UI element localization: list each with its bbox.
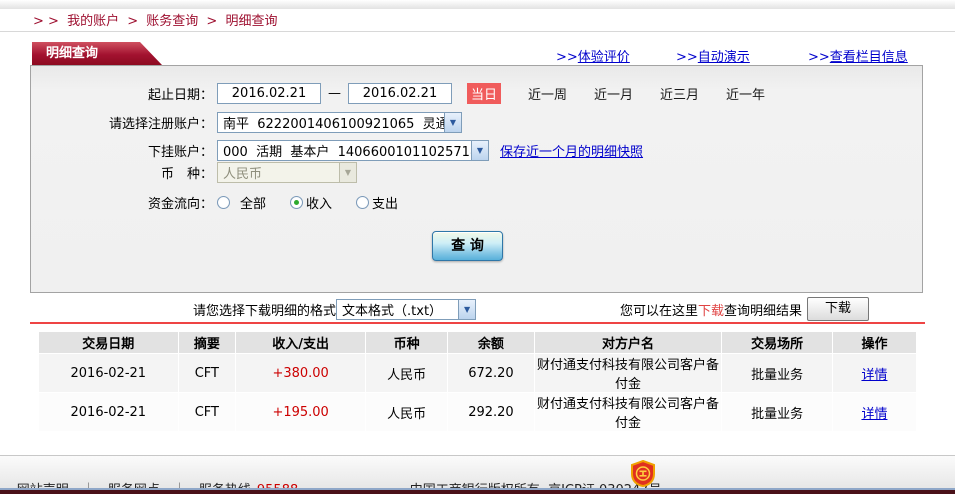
query-button[interactable]: 查 询 bbox=[432, 231, 503, 261]
breadcrumb-item-my-account[interactable]: 我的账户 bbox=[67, 14, 119, 29]
page: > > 我的账户 > 账务查询 > 明细查询 明细查询 >>体验评价 >>自动演… bbox=[0, 0, 955, 494]
col-header-date: 交易日期 bbox=[39, 332, 178, 353]
flow-option-expense[interactable]: 支出 bbox=[372, 193, 398, 212]
chevron-down-icon: ▼ bbox=[444, 113, 461, 132]
today-button[interactable]: 当日 bbox=[467, 83, 501, 104]
download-hint-before: 您可以在这里 bbox=[620, 300, 698, 319]
detail-link[interactable]: 详情 bbox=[861, 407, 887, 422]
breadcrumb-separator: > bbox=[127, 14, 138, 29]
col-header-currency: 币种 bbox=[366, 332, 447, 353]
cell-balance: 292.20 bbox=[448, 393, 533, 431]
cell-counterparty: 财付通支付科技有限公司客户备付金 bbox=[535, 354, 722, 392]
col-header-summary: 摘要 bbox=[179, 332, 236, 353]
cell-venue: 批量业务 bbox=[722, 354, 832, 392]
tab-detail-query: 明细查询 bbox=[32, 42, 162, 65]
flow-option-all[interactable]: 全部 bbox=[240, 193, 266, 212]
registered-account-select[interactable]: 南平 6222001406100921065 灵通卡 ▼ bbox=[217, 112, 462, 133]
sub-account-value: 000 活期 基本户 1406600101102571848 bbox=[218, 141, 471, 160]
col-header-venue: 交易场所 bbox=[722, 332, 832, 353]
col-header-counterparty: 对方户名 bbox=[535, 332, 722, 353]
chevron-down-icon: ▼ bbox=[339, 163, 356, 182]
detail-link[interactable]: 详情 bbox=[861, 368, 887, 383]
link-column-info[interactable]: >>查看栏目信息 bbox=[808, 46, 908, 65]
download-format-label: 请您选择下载明细的格式 bbox=[193, 300, 336, 319]
cell-venue: 批量业务 bbox=[722, 393, 832, 431]
cell-date: 2016-02-21 bbox=[39, 393, 178, 431]
link-auto-demo[interactable]: >>自动演示 bbox=[676, 46, 750, 65]
date-range-label: 起止日期： bbox=[31, 84, 213, 103]
link-prefix: >> bbox=[556, 50, 578, 65]
date-dash: — bbox=[328, 86, 341, 101]
range-year-button[interactable]: 近一年 bbox=[726, 84, 765, 103]
query-form-panel: 起止日期： — 当日 近一周 近一月 近三月 近一年 请选择注册账户： 南平 6… bbox=[30, 65, 923, 293]
date-to-input[interactable] bbox=[348, 83, 452, 104]
sub-account-select[interactable]: 000 活期 基本户 1406600101102571848 ▼ bbox=[217, 140, 489, 161]
table-row: 2016-02-21 CFT +380.00 人民币 672.20 财付通支付科… bbox=[39, 354, 916, 392]
range-quarter-button[interactable]: 近三月 bbox=[660, 84, 699, 103]
icbc-badge-icon bbox=[630, 460, 656, 487]
save-snapshot-link[interactable]: 保存近一个月的明细快照 bbox=[500, 141, 643, 160]
download-format-select[interactable]: 文本格式（.txt） ▼ bbox=[336, 299, 476, 320]
registered-account-row: 请选择注册账户： 南平 6222001406100921065 灵通卡 ▼ bbox=[31, 110, 922, 134]
registered-account-value: 南平 6222001406100921065 灵通卡 bbox=[218, 113, 444, 132]
link-experience-rating[interactable]: >>体验评价 bbox=[556, 46, 630, 65]
radio-income-icon[interactable] bbox=[290, 196, 303, 209]
link-prefix: >> bbox=[808, 50, 830, 65]
download-format-value: 文本格式（.txt） bbox=[337, 300, 458, 319]
top-gradient-strip bbox=[0, 0, 955, 9]
breadcrumb-item-account-query[interactable]: 账务查询 bbox=[146, 14, 198, 29]
currency-value: 人民币 bbox=[218, 163, 339, 182]
currency-row: 币 种： 人民币 ▼ bbox=[31, 160, 922, 184]
download-result-group: 您可以在这里下载查询明细结果 下载 bbox=[620, 297, 869, 321]
download-hint-after: 查询明细结果 bbox=[724, 300, 802, 319]
col-header-balance: 余额 bbox=[448, 332, 533, 353]
cell-currency: 人民币 bbox=[366, 393, 447, 431]
divider bbox=[0, 31, 955, 32]
link-prefix: >> bbox=[676, 50, 698, 65]
cell-currency: 人民币 bbox=[366, 354, 447, 392]
flow-direction-row: 资金流向： 全部 收入 支出 bbox=[31, 190, 922, 214]
table-header-row: 交易日期 摘要 收入/支出 币种 余额 对方户名 交易场所 操作 bbox=[39, 332, 916, 353]
link-label: 查看栏目信息 bbox=[830, 50, 908, 65]
breadcrumb-item-detail-query[interactable]: 明细查询 bbox=[225, 14, 277, 29]
registered-account-label: 请选择注册账户： bbox=[31, 113, 213, 132]
download-format-group: 请您选择下载明细的格式 文本格式（.txt） ▼ bbox=[193, 297, 476, 321]
range-month-button[interactable]: 近一月 bbox=[594, 84, 633, 103]
sub-account-label: 下挂账户： bbox=[31, 141, 213, 160]
transactions-table: 交易日期 摘要 收入/支出 币种 余额 对方户名 交易场所 操作 2016-02… bbox=[38, 331, 917, 432]
col-header-amount: 收入/支出 bbox=[236, 332, 365, 353]
footer-maroon-bar bbox=[0, 490, 955, 494]
currency-select: 人民币 ▼ bbox=[217, 162, 357, 183]
chevron-down-icon: ▼ bbox=[458, 300, 475, 319]
col-header-action: 操作 bbox=[833, 332, 916, 353]
link-label: 体验评价 bbox=[578, 50, 630, 65]
flow-option-income[interactable]: 收入 bbox=[306, 193, 332, 212]
cell-balance: 672.20 bbox=[448, 354, 533, 392]
range-week-button[interactable]: 近一周 bbox=[528, 84, 567, 103]
radio-expense-icon[interactable] bbox=[356, 196, 369, 209]
cell-amount: +380.00 bbox=[236, 354, 365, 392]
breadcrumb-prefix: > > bbox=[33, 14, 59, 29]
download-hint-keyword: 下载 bbox=[698, 300, 724, 319]
date-range-row: 起止日期： — 当日 近一周 近一月 近三月 近一年 bbox=[31, 81, 922, 105]
footer: 网站声明｜服务网点｜服务热线95588 中国工商银行版权所有 京ICP证 030… bbox=[0, 455, 955, 488]
flow-direction-label: 资金流向： bbox=[31, 193, 213, 212]
cell-summary: CFT bbox=[179, 354, 236, 392]
cell-date: 2016-02-21 bbox=[39, 354, 178, 392]
table-row: 2016-02-21 CFT +195.00 人民币 292.20 财付通支付科… bbox=[39, 393, 916, 431]
cell-counterparty: 财付通支付科技有限公司客户备付金 bbox=[535, 393, 722, 431]
date-from-input[interactable] bbox=[217, 83, 321, 104]
download-button[interactable]: 下载 bbox=[807, 297, 869, 321]
link-label: 自动演示 bbox=[698, 50, 750, 65]
red-divider bbox=[30, 322, 925, 324]
currency-label: 币 种： bbox=[31, 163, 213, 182]
radio-all-icon[interactable] bbox=[217, 196, 230, 209]
breadcrumb-separator: > bbox=[206, 14, 217, 29]
chevron-down-icon: ▼ bbox=[471, 141, 488, 160]
cell-amount: +195.00 bbox=[236, 393, 365, 431]
cell-summary: CFT bbox=[179, 393, 236, 431]
breadcrumb: > > 我的账户 > 账务查询 > 明细查询 bbox=[33, 10, 281, 29]
sub-account-row: 下挂账户： 000 活期 基本户 1406600101102571848 ▼ 保… bbox=[31, 138, 922, 162]
